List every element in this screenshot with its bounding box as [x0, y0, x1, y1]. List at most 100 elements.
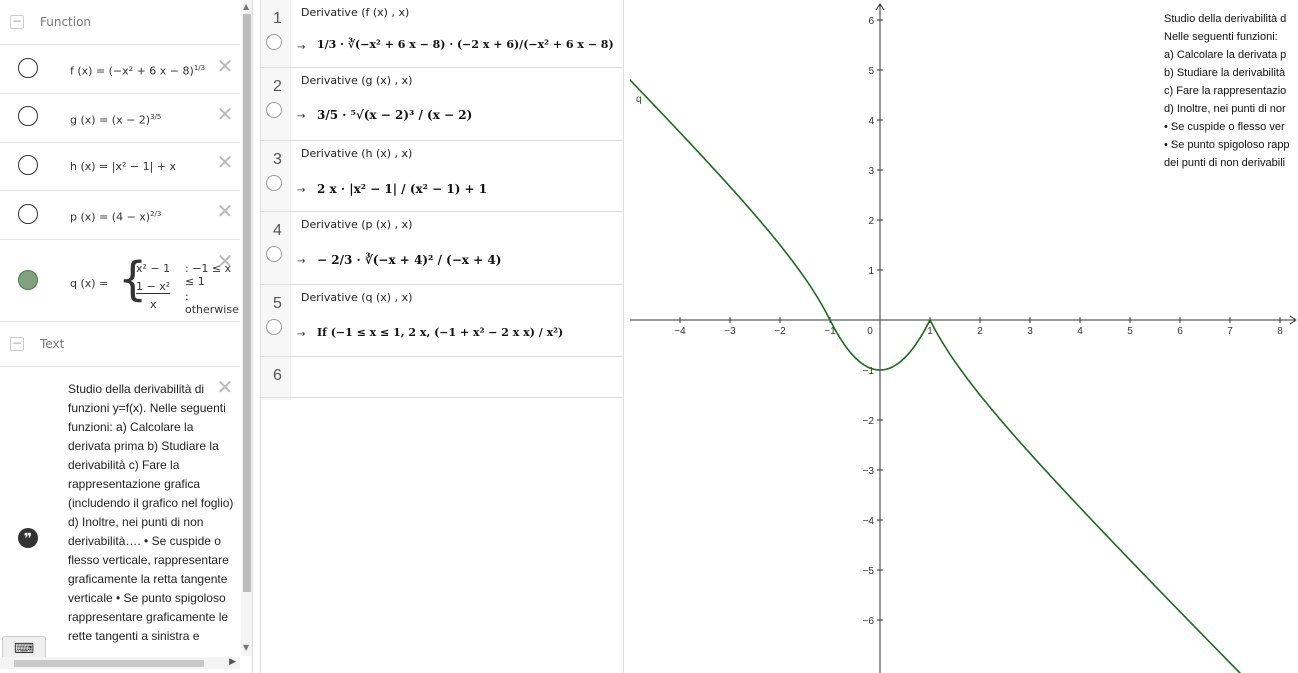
algebra-vertical-scrollbar[interactable]: ▲ ▼ [241, 0, 252, 656]
text-object-content[interactable]: Studio della derivabilità di funzioni y=… [68, 380, 236, 655]
x-tick-label: 5 [1127, 326, 1133, 337]
q-piece-1: x² − 1 [136, 262, 171, 275]
algebra-item-q[interactable]: q (x) = { x² − 1 : −1 ≤ x ≤ 1 1 − x² x :… [0, 240, 240, 322]
x-tick-label: 8 [1277, 326, 1283, 337]
text-line: Studio della derivabilità d [1164, 13, 1287, 25]
graphics-text-object[interactable]: Studio della derivabilità d Nelle seguen… [1164, 10, 1298, 172]
y-tick-label: −6 [863, 616, 875, 627]
cas-row-empty[interactable]: 6 [261, 357, 623, 398]
scroll-up-icon[interactable]: ▲ [243, 2, 249, 11]
cas-arrow: → [297, 329, 306, 340]
visibility-toggle-p[interactable] [18, 204, 38, 224]
cas-row-number: 3 [273, 151, 282, 168]
q-piece-2-den: x [150, 298, 157, 311]
algebra-horizontal-scrollbar[interactable]: ▶ [0, 657, 240, 669]
scroll-down-icon[interactable]: ▼ [243, 643, 249, 652]
algebra-item-p[interactable]: p (x) = (4 − x)2/3 ✕ [0, 191, 240, 240]
delete-icon[interactable]: ✕ [216, 152, 234, 172]
collapse-icon[interactable]: − [10, 15, 24, 29]
delete-icon[interactable]: ✕ [216, 56, 234, 76]
visibility-toggle-g[interactable] [18, 106, 38, 126]
text-line: Nelle seguenti funzioni: [1164, 31, 1278, 43]
x-tick-label: −3 [724, 326, 736, 337]
y-tick-label: 6 [868, 16, 874, 27]
text-group-header[interactable]: − Text [0, 322, 240, 367]
curve-label-q[interactable]: q [636, 94, 642, 105]
cas-row[interactable]: 3 Derivative (h (x) , x) → 2 x · |x² − 1… [261, 141, 623, 212]
cas-row-number: 5 [273, 295, 282, 312]
y-tick-label: 1 [868, 266, 874, 277]
x-tick-label: 1 [927, 326, 933, 337]
cas-visibility-toggle[interactable] [266, 246, 282, 262]
cas-output: − 2/3 · ∛(−x + 4)² / (−x + 4) [317, 253, 502, 267]
quote-icon[interactable]: ❞ [18, 528, 38, 548]
cas-row[interactable]: 5 Derivative (q (x) , x) → If (−1 ≤ x ≤ … [261, 285, 623, 357]
cas-output: 1/3 · ∛(−x² + 6 x − 8) · (−2 x + 6)/(−x²… [317, 38, 614, 51]
visibility-toggle-h[interactable] [18, 155, 38, 175]
algebra-item-f[interactable]: f (x) = (−x² + 6 x − 8)1/3 ✕ [0, 45, 240, 94]
definition-h[interactable]: h (x) = |x² − 1| + x [70, 160, 176, 173]
definition-p[interactable]: p (x) = (4 − x)2/3 [70, 210, 161, 224]
x-tick-label: 7 [1227, 326, 1233, 337]
cas-view: 1 Derivative (f (x) , x) → 1/3 · ∛(−x² +… [260, 0, 624, 673]
cas-arrow: → [297, 256, 306, 267]
y-tick-label: −2 [863, 416, 875, 427]
scroll-right-icon[interactable]: ▶ [229, 657, 236, 667]
collapse-icon[interactable]: − [10, 337, 24, 351]
text-line: d) Inoltre, nei punti di nor [1164, 103, 1286, 115]
delete-icon[interactable]: ✕ [216, 104, 234, 124]
cas-row[interactable]: 1 Derivative (f (x) , x) → 1/3 · ∛(−x² +… [261, 0, 623, 68]
scroll-thumb[interactable] [14, 660, 204, 667]
cas-input[interactable]: Derivative (g (x) , x) [301, 74, 412, 87]
geogebra-app: − Function f (x) = (−x² + 6 x − 8)1/3 ✕ … [0, 0, 1298, 673]
cas-input[interactable]: Derivative (p (x) , x) [301, 218, 412, 231]
y-tick-label: 5 [868, 66, 874, 77]
text-group-title: Text [40, 337, 65, 351]
x-tick-label: 3 [1027, 326, 1033, 337]
text-line: c) Fare la rappresentazio [1164, 85, 1287, 97]
cas-visibility-toggle[interactable] [266, 34, 282, 50]
definition-q-lhs[interactable]: q (x) = [70, 277, 108, 290]
q-cond-2: : otherwise [185, 290, 239, 316]
y-tick-label: 2 [868, 216, 874, 227]
cas-row[interactable]: 4 Derivative (p (x) , x) → − 2/3 · ∛(−x … [261, 212, 623, 285]
visibility-toggle-f[interactable] [18, 58, 38, 78]
algebra-item-h[interactable]: h (x) = |x² − 1| + x ✕ [0, 143, 240, 191]
cas-output: 2 x · |x² − 1| / (x² − 1) + 1 [317, 182, 488, 196]
cas-output: If (−1 ≤ x ≤ 1, 2 x, (−1 + x² − 2 x x) /… [317, 326, 564, 339]
cas-row-number: 6 [273, 367, 282, 384]
delete-icon[interactable]: ✕ [216, 377, 234, 397]
x-tick-label: 2 [977, 326, 983, 337]
graphics-view[interactable]: −4 −3 −2 −1 0 1 2 3 4 5 6 7 8 6 5 4 3 2 1 −1 −2 −3 −4 −5 −6 q St… [624, 0, 1298, 673]
y-tick-label: 3 [868, 166, 874, 177]
cas-input[interactable]: Derivative (q (x) , x) [301, 291, 412, 304]
cas-row-number: 4 [273, 222, 282, 239]
definition-g[interactable]: g (x) = (x − 2)3/5 [70, 113, 161, 127]
delete-icon[interactable]: ✕ [216, 201, 234, 221]
text-line: • Se punto spigoloso rapp [1164, 139, 1290, 151]
q-piece-2-num: 1 − x² [136, 280, 171, 294]
y-tick-label: −3 [863, 466, 875, 477]
visibility-toggle-q[interactable] [18, 270, 38, 290]
cas-row[interactable]: 2 Derivative (g (x) , x) → 3/5 · ⁵√(x − … [261, 68, 623, 141]
algebra-item-g[interactable]: g (x) = (x − 2)3/5 ✕ [0, 94, 240, 143]
cas-visibility-toggle[interactable] [266, 175, 282, 191]
cas-input[interactable]: Derivative (h (x) , x) [301, 147, 412, 160]
cas-output: 3/5 · ⁵√(x − 2)³ / (x − 2) [317, 108, 473, 122]
cas-input[interactable]: Derivative (f (x) , x) [301, 6, 409, 19]
y-tick-label: 4 [868, 116, 874, 127]
cas-visibility-toggle[interactable] [266, 102, 282, 118]
cas-input-empty[interactable] [301, 369, 611, 387]
y-tick-label: −4 [863, 516, 875, 527]
y-tick-label: −5 [863, 566, 875, 577]
x-tick-label: 4 [1077, 326, 1083, 337]
delete-icon[interactable]: ✕ [216, 251, 234, 271]
cas-arrow: → [297, 185, 306, 196]
text-line: dei punti di non derivabili [1164, 157, 1286, 169]
cas-visibility-toggle[interactable] [266, 319, 282, 335]
scroll-thumb[interactable] [243, 14, 251, 592]
x-tick-label: −2 [774, 326, 786, 337]
definition-f[interactable]: f (x) = (−x² + 6 x − 8)1/3 [70, 64, 205, 78]
function-group-header[interactable]: − Function [0, 0, 240, 45]
x-tick-label: 0 [867, 326, 873, 337]
